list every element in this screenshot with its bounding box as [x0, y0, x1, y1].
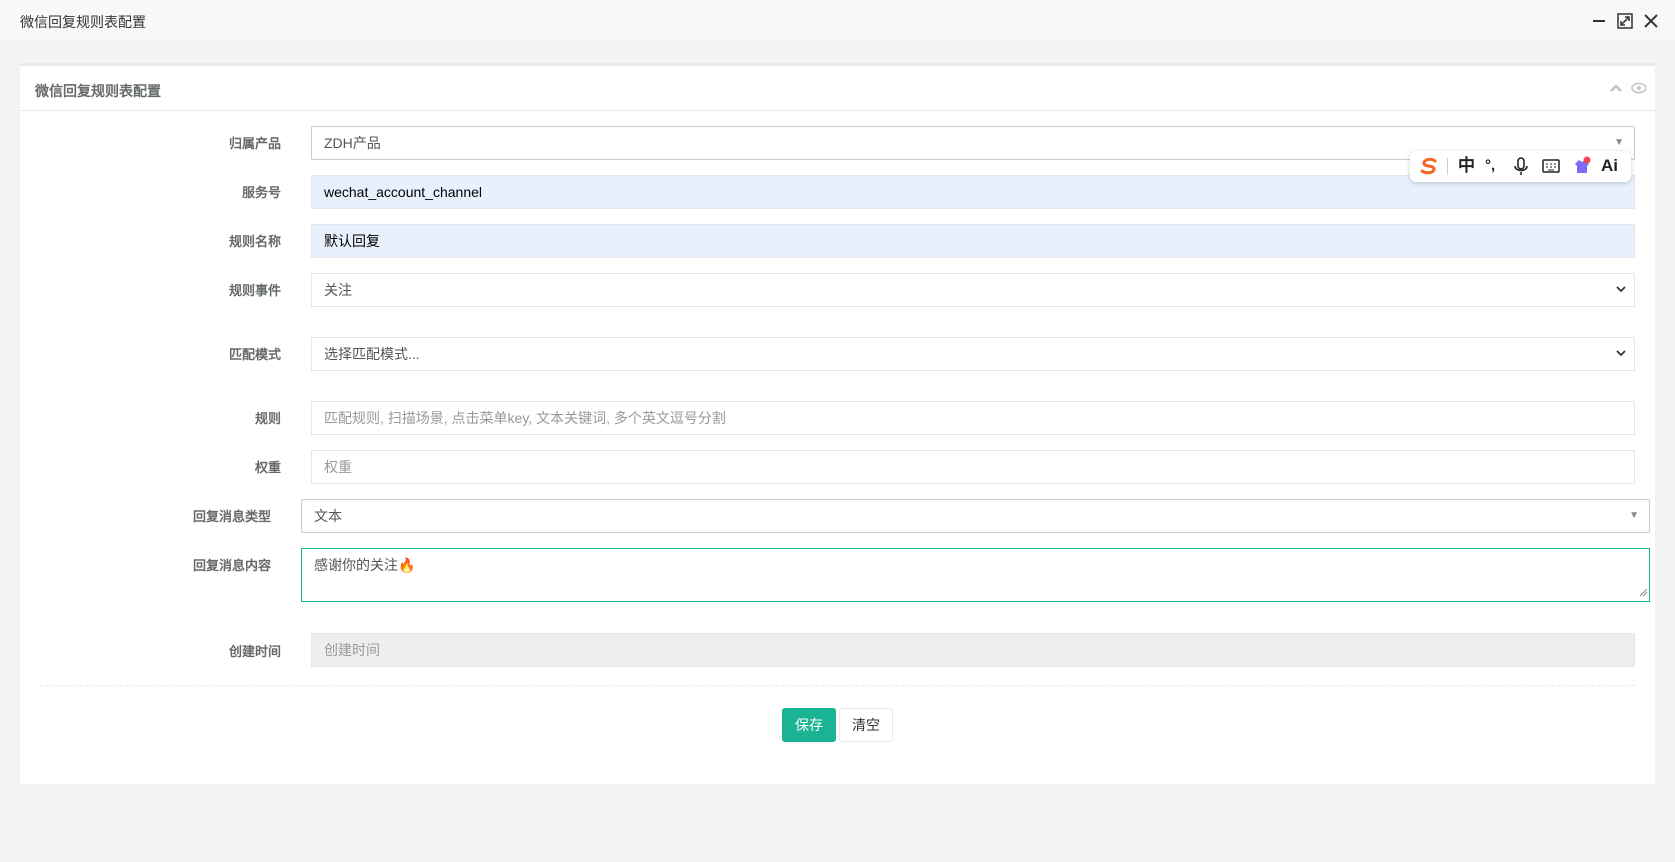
- keyboard-icon[interactable]: [1541, 155, 1561, 177]
- window-titlebar: 微信回复规则表配置: [0, 0, 1675, 42]
- window-title: 微信回复规则表配置: [20, 14, 146, 30]
- maximize-icon[interactable]: [1614, 10, 1636, 32]
- reply-content-value: 感谢你的关注🔥: [314, 557, 416, 573]
- weight-label: 权重: [254, 460, 281, 475]
- panel-header: 微信回复规则表配置: [20, 66, 1655, 111]
- reply-type-select[interactable]: 文本 ▼: [301, 499, 1650, 533]
- reply-type-value: 文本: [314, 508, 342, 524]
- panel-tools: [1605, 82, 1647, 97]
- product-label: 归属产品: [228, 136, 281, 151]
- panel-title: 微信回复规则表配置: [35, 83, 161, 99]
- reply-content-textarea[interactable]: 感谢你的关注🔥: [301, 548, 1650, 602]
- weight-input[interactable]: 权重: [311, 450, 1635, 484]
- rule-input[interactable]: 匹配规则, 扫描场景, 点击菜单key, 文本关键词, 多个英文逗号分割: [311, 401, 1635, 435]
- close-icon[interactable]: [1640, 10, 1662, 32]
- rule-name-label: 规则名称: [228, 234, 281, 249]
- create-time-label: 创建时间: [228, 644, 281, 659]
- save-button[interactable]: 保存: [782, 708, 836, 742]
- chevron-down-icon: [1614, 338, 1628, 381]
- chevron-up-icon[interactable]: [1609, 82, 1623, 97]
- form-divider: [40, 685, 1635, 686]
- product-value: ZDH产品: [324, 135, 381, 151]
- reply-type-label: 回复消息类型: [192, 509, 271, 524]
- match-mode-value: 选择匹配模式...: [324, 346, 420, 362]
- minimize-icon[interactable]: [1588, 10, 1610, 32]
- reply-content-label: 回复消息内容: [192, 558, 271, 573]
- rule-name-input[interactable]: 默认回复: [311, 224, 1635, 258]
- caret-down-icon: ▼: [1629, 510, 1639, 521]
- ime-ai-button[interactable]: Ai: [1601, 155, 1618, 177]
- microphone-icon[interactable]: [1512, 155, 1530, 177]
- match-mode-select[interactable]: 选择匹配模式...: [311, 337, 1635, 371]
- match-mode-label: 匹配模式: [228, 347, 281, 362]
- sogou-logo-icon[interactable]: [1418, 155, 1440, 177]
- ime-toolbar: 中 °, Ai: [1410, 151, 1631, 182]
- rule-event-label: 规则事件: [228, 283, 281, 298]
- service-label: 服务号: [241, 185, 281, 200]
- clear-button[interactable]: 清空: [839, 708, 893, 742]
- rule-label: 规则: [254, 411, 281, 426]
- ime-punct-toggle[interactable]: °,: [1485, 155, 1495, 177]
- create-time-input: 创建时间: [311, 633, 1635, 667]
- rule-event-value: 关注: [324, 282, 352, 298]
- ime-separator: [1447, 158, 1448, 175]
- chevron-down-icon: [1614, 274, 1628, 317]
- ime-mode-toggle[interactable]: 中: [1458, 155, 1475, 177]
- eye-icon[interactable]: [1631, 82, 1647, 97]
- skin-icon[interactable]: [1572, 155, 1592, 177]
- rule-event-select[interactable]: 关注: [311, 273, 1635, 307]
- resize-grip-icon[interactable]: [1639, 584, 1648, 600]
